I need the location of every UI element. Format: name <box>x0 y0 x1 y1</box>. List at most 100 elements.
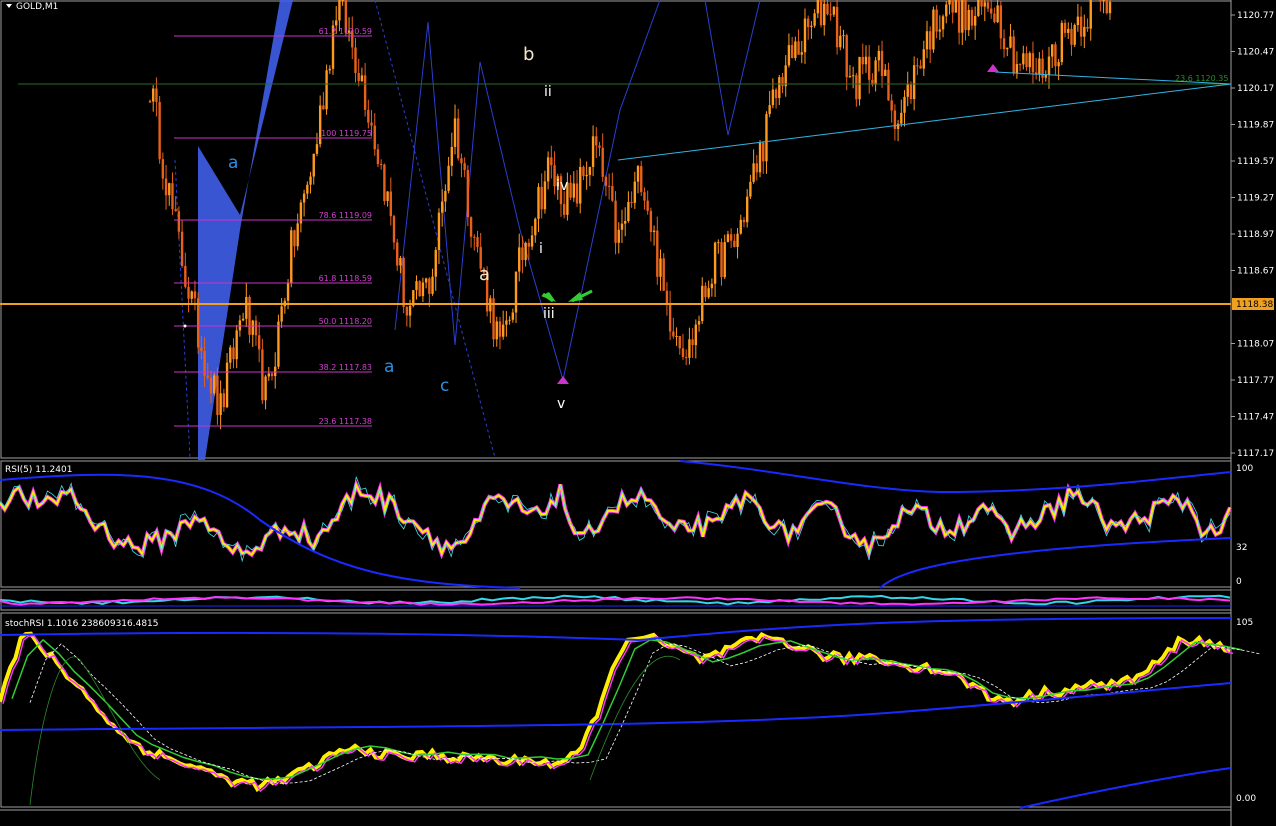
candle-body <box>1047 56 1051 75</box>
candle-body <box>376 149 380 165</box>
candle-body <box>845 35 848 78</box>
candle-body <box>996 5 999 23</box>
candle-body <box>440 201 444 213</box>
candle-body <box>248 296 251 335</box>
candle-body <box>1067 28 1070 33</box>
candle-body <box>495 321 498 340</box>
candle-body <box>389 191 393 217</box>
candle-body <box>521 247 524 261</box>
candle-body <box>752 163 755 182</box>
candle-body <box>611 186 614 201</box>
candle-body <box>1025 53 1028 68</box>
candle-body <box>954 0 958 13</box>
candle-body <box>306 184 309 194</box>
candle-body <box>363 75 367 110</box>
candle-body <box>961 0 964 33</box>
candle-body <box>867 56 871 80</box>
candle-body <box>312 153 315 177</box>
candle-body <box>617 229 620 243</box>
candle-body <box>241 318 245 321</box>
price-axis[interactable]: 1120.77 1120.47 1120.17 1119.87 1119.57 1119.… <box>1231 11 1274 459</box>
candle-body <box>473 236 476 238</box>
candle-body <box>646 200 649 211</box>
candle-body <box>1051 44 1054 57</box>
candle-body <box>983 2 986 7</box>
current-price-label: 1118.38 <box>1236 300 1273 310</box>
chart-canvas[interactable]: GOLD,M1 61.2 1120.59 100 1119.75 78.6 1119… <box>0 0 1276 826</box>
candle-body <box>457 118 460 159</box>
window-title-group[interactable]: GOLD,M1 <box>6 2 58 12</box>
candle-body <box>322 105 325 110</box>
candle-body <box>656 230 659 277</box>
candle-body <box>643 192 646 201</box>
rsi-level-32: 32 <box>1236 543 1247 553</box>
candle-body <box>858 56 861 100</box>
candle-body <box>652 230 656 233</box>
candle-body <box>206 375 209 378</box>
candle-body <box>466 170 470 218</box>
candle-body <box>527 242 531 247</box>
candle-body <box>999 5 1003 39</box>
candle-body <box>1086 26 1089 29</box>
candle-body <box>993 13 996 23</box>
dropdown-arrow-icon[interactable] <box>6 4 12 8</box>
candle-body <box>733 240 736 247</box>
candle-body <box>729 234 733 241</box>
candle-body <box>762 142 765 162</box>
candle-body <box>623 221 627 224</box>
price-tick-label: 1118.07 <box>1237 340 1274 350</box>
candle-body <box>636 166 640 182</box>
candle-body <box>604 176 608 186</box>
candle-body <box>1006 47 1009 50</box>
candle-body <box>315 144 319 154</box>
stoch-bottom-band <box>1019 767 1232 809</box>
candle-body <box>829 14 832 16</box>
right-fib-label: 23.6 1120.35 <box>1175 74 1228 83</box>
candle-body <box>745 196 749 223</box>
wave-label-v: v <box>557 396 565 412</box>
candle-body <box>225 362 229 408</box>
candle-body <box>906 84 909 97</box>
candle-body <box>951 0 954 13</box>
candle-body <box>460 158 463 164</box>
fib-label: 78.6 1119.09 <box>319 211 372 220</box>
candle-body <box>813 13 816 26</box>
candle-body <box>193 291 197 299</box>
candle-body <box>399 258 402 266</box>
wave-label-iii: iii <box>543 306 555 322</box>
candle-body <box>572 183 576 198</box>
candle-body <box>392 216 396 243</box>
candle-body <box>649 210 653 233</box>
candle-body <box>691 339 694 346</box>
candle-body <box>967 9 970 31</box>
candle-body <box>797 41 800 55</box>
candle-body <box>957 0 961 33</box>
candle-body <box>514 271 518 313</box>
wave-label-ii: ii <box>544 84 552 100</box>
price-tick-label: 1117.17 <box>1237 449 1274 459</box>
candle-body <box>280 306 283 322</box>
candle-body <box>286 283 290 301</box>
candle-body <box>919 65 922 69</box>
candle-body <box>431 276 434 294</box>
candle-body <box>620 223 624 230</box>
candle-body <box>945 4 948 17</box>
candle-body <box>598 145 601 148</box>
candle-body <box>896 123 900 129</box>
candle-body <box>200 347 203 352</box>
candle-body <box>254 320 258 336</box>
price-tick-label: 1117.77 <box>1237 376 1274 386</box>
candle-body <box>794 41 797 58</box>
candle-body <box>184 265 187 287</box>
stoch-level-105: 105 <box>1236 618 1253 628</box>
candle-body <box>508 319 511 321</box>
candle-body <box>736 233 739 247</box>
candle-body <box>290 230 293 284</box>
candle-body <box>665 290 669 305</box>
candle-body <box>463 163 466 171</box>
candle-body <box>235 330 238 360</box>
stoch-panel-frame <box>0 612 1232 808</box>
candle-body <box>505 320 508 325</box>
candle-body <box>171 183 174 210</box>
candle-body <box>408 305 412 316</box>
